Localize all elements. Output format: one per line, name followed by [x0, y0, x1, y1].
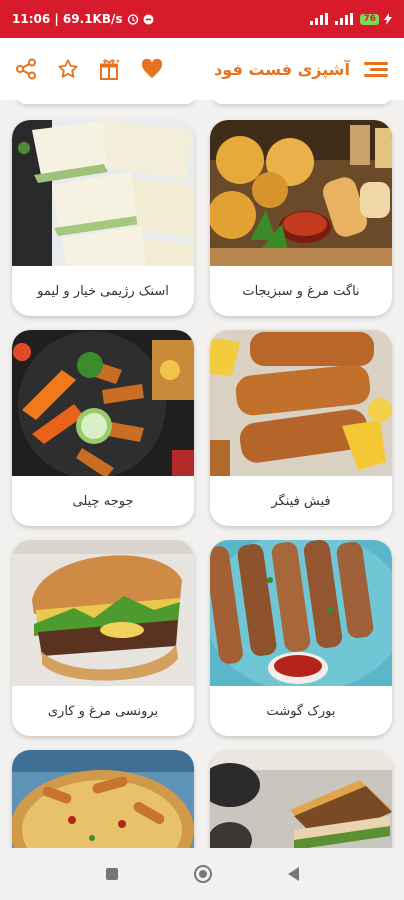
star-icon — [58, 59, 78, 78]
recipe-image — [210, 540, 392, 686]
home-button[interactable] — [193, 865, 212, 883]
recipe-card-partial[interactable] — [210, 750, 392, 848]
charging-icon — [384, 13, 392, 25]
title-wrap: آشپزی فست فود — [214, 57, 390, 81]
recipe-image — [12, 540, 194, 686]
status-left: 11:06 | 69.1KB/s — [12, 12, 154, 26]
menu-button[interactable] — [362, 57, 390, 81]
back-button[interactable] — [287, 867, 299, 881]
recipe-image — [12, 120, 194, 266]
app-bar-actions — [14, 57, 164, 81]
recipe-image — [210, 330, 392, 476]
notification-icon — [143, 14, 154, 24]
recipe-image — [12, 330, 194, 476]
heart-icon — [141, 59, 163, 79]
signal-icon — [310, 13, 329, 25]
recipe-image — [210, 750, 392, 848]
share-button[interactable] — [14, 57, 38, 81]
recipe-image — [210, 120, 392, 266]
recipe-label: برونسی مرغ و کاری — [47, 703, 159, 719]
recipe-card-chili-chicken[interactable]: جوجه چیلی — [12, 330, 194, 526]
app-title: آشپزی فست فود — [214, 59, 350, 79]
recipe-label: ناگت مرغ و سبزیجات — [242, 283, 360, 299]
signal-icon-2 — [335, 13, 354, 25]
system-nav-bar — [0, 848, 404, 900]
recents-button[interactable] — [105, 868, 118, 880]
gift-icon — [100, 59, 120, 80]
status-time: 11:06 | 69.1KB/s — [12, 12, 123, 26]
recipe-card-meat-borek[interactable]: بورک گوشت — [210, 540, 392, 736]
recipe-card-chicken-curry-burger[interactable]: برونسی مرغ و کاری — [12, 540, 194, 736]
recipe-label: جوجه چیلی — [72, 493, 134, 509]
gift-button[interactable] — [98, 57, 122, 81]
battery-icon: 76 — [360, 13, 379, 25]
recipe-label: بورک گوشت — [266, 703, 336, 719]
recipe-label: اسنک رژیمی خیار و لیمو — [37, 283, 169, 299]
status-bar: 11:06 | 69.1KB/s 76 — [0, 0, 404, 38]
status-right: 76 — [310, 13, 392, 25]
recipe-card-fish-finger[interactable]: فیش فینگر — [210, 330, 392, 526]
share-icon — [16, 58, 36, 80]
card-edge — [212, 100, 392, 104]
recipe-grid[interactable]: ناگت مرغ و سبزیجات اسنک رژیمی خیار و لیم… — [0, 100, 404, 848]
recipe-card-partial[interactable] — [12, 750, 194, 848]
rate-button[interactable] — [56, 57, 80, 81]
recipe-card-cucumber-snack[interactable]: اسنک رژیمی خیار و لیمو — [12, 120, 194, 316]
alarm-icon — [127, 14, 138, 25]
recipe-label: فیش فینگر — [271, 493, 331, 509]
favorites-button[interactable] — [140, 57, 164, 81]
recipe-card-chicken-nuggets[interactable]: ناگت مرغ و سبزیجات — [210, 120, 392, 316]
card-edge — [16, 100, 196, 104]
app-bar: آشپزی فست فود — [0, 38, 404, 100]
recipe-image — [12, 750, 194, 848]
menu-icon — [364, 62, 388, 77]
